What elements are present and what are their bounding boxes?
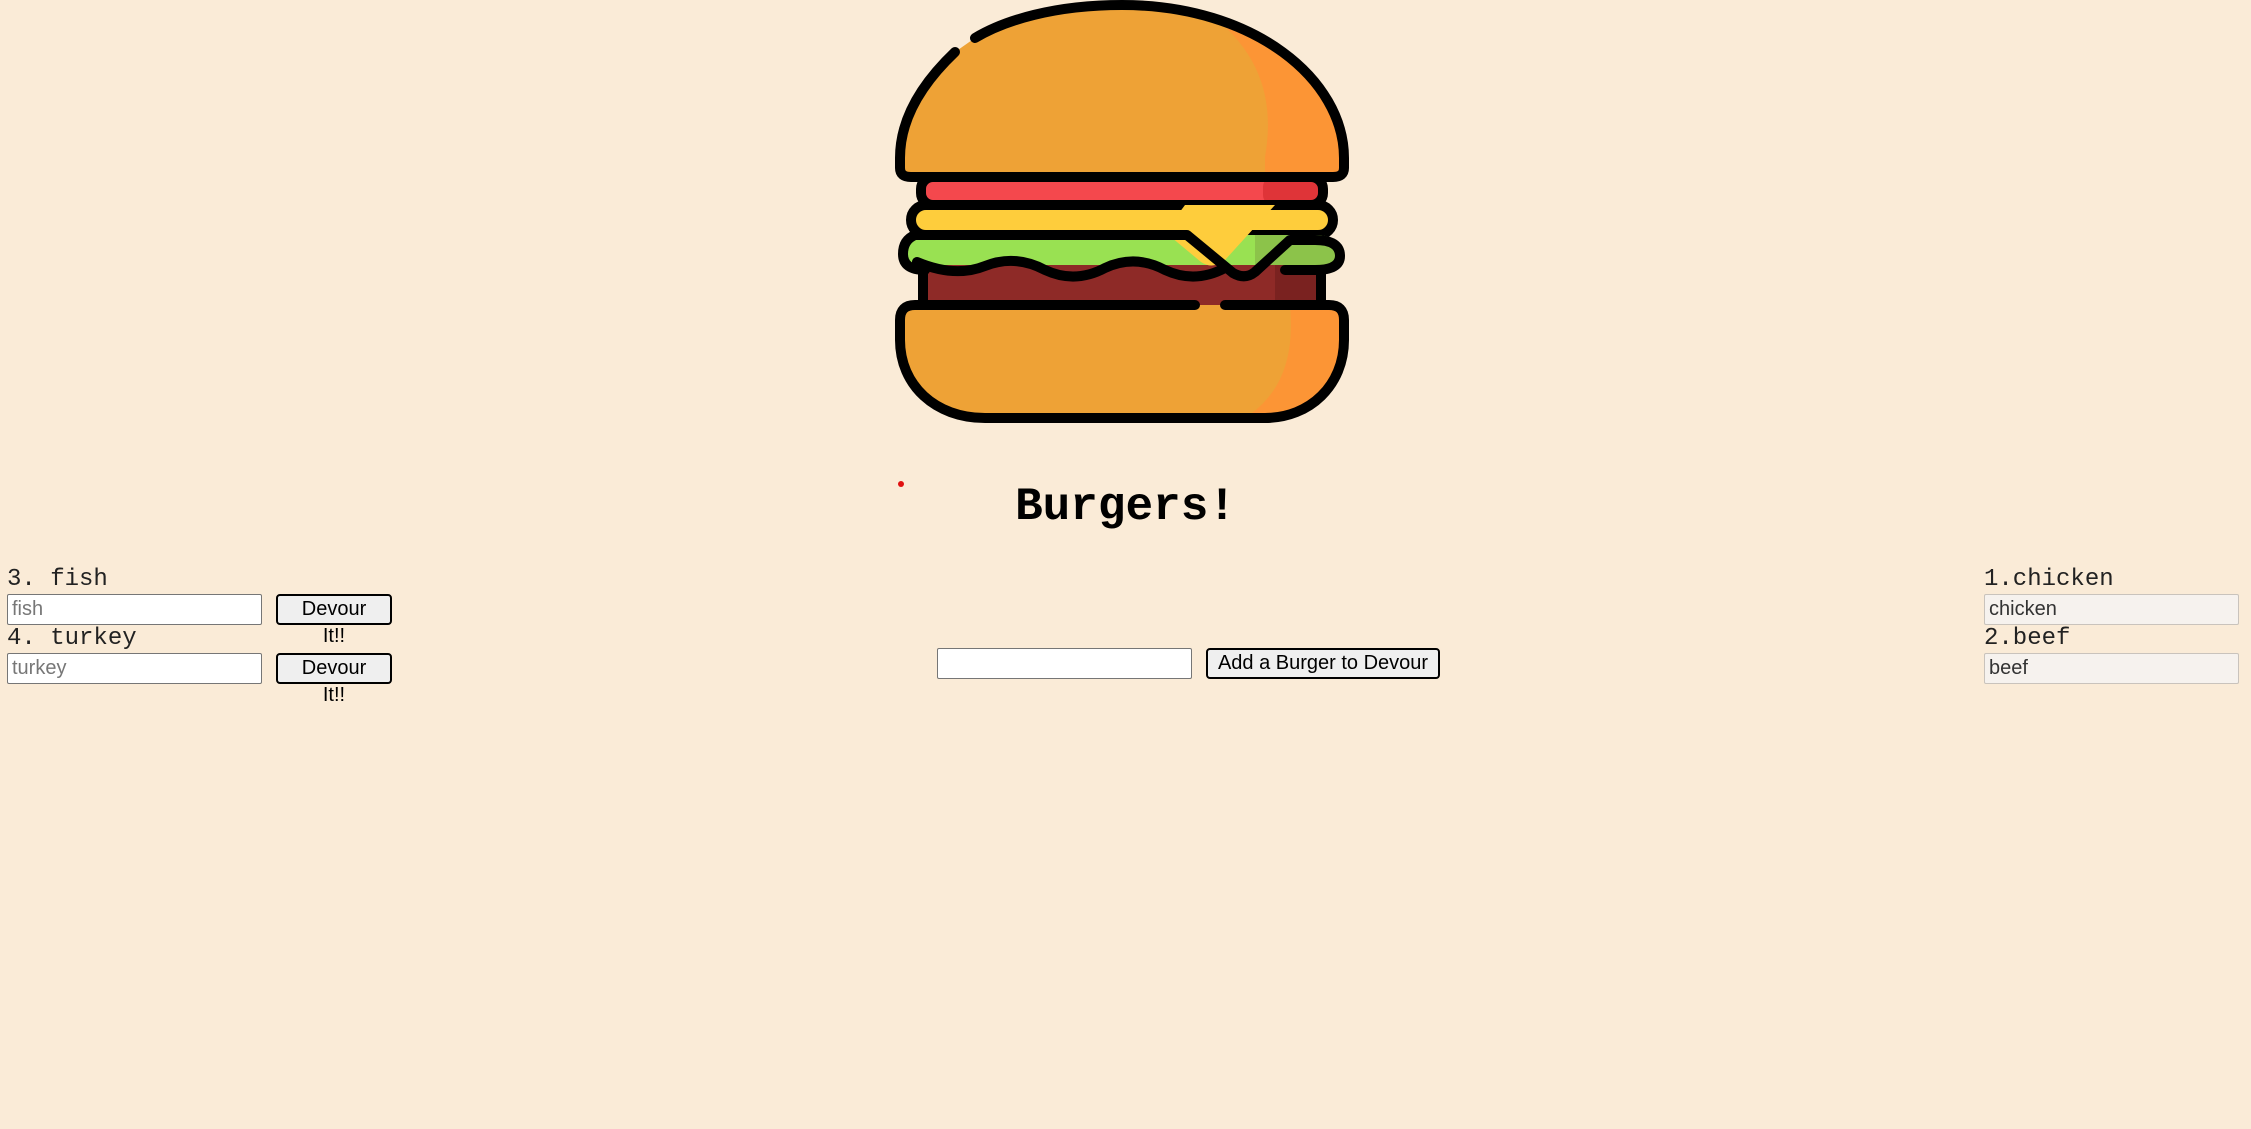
devoured-burger-field bbox=[1984, 653, 2239, 684]
page: Burgers! 3. fish Devour It!! 4. turkey D… bbox=[0, 0, 2251, 1129]
list-item: 1.chicken bbox=[1984, 566, 2239, 625]
list-item: 3. fish Devour It!! bbox=[7, 566, 392, 647]
entry-row bbox=[1984, 653, 2239, 684]
burger-label: 3. fish bbox=[7, 566, 108, 593]
burger-label: 2.beef bbox=[1984, 625, 2071, 652]
devoured-burger-list: 1.chicken 2.beef bbox=[1984, 566, 2239, 684]
entry-row: Devour It!! bbox=[7, 653, 392, 706]
burger-name-input[interactable] bbox=[7, 594, 262, 625]
page-title: Burgers! bbox=[1015, 481, 1236, 533]
hamburger-icon bbox=[895, 0, 1349, 425]
devour-button[interactable]: Devour It!! bbox=[276, 594, 392, 647]
add-burger-button[interactable]: Add a Burger to Devour bbox=[1206, 648, 1440, 679]
add-burger-form: Add a Burger to Devour bbox=[937, 648, 1440, 679]
new-burger-input[interactable] bbox=[937, 648, 1192, 679]
list-item: 2.beef bbox=[1984, 625, 2239, 684]
entry-row bbox=[1984, 594, 2239, 625]
devour-button[interactable]: Devour It!! bbox=[276, 653, 392, 706]
uneaten-burger-list: 3. fish Devour It!! 4. turkey Devour It!… bbox=[7, 566, 392, 706]
entry-row: Devour It!! bbox=[7, 594, 392, 647]
devoured-burger-field bbox=[1984, 594, 2239, 625]
burger-label: 1.chicken bbox=[1984, 566, 2114, 593]
burger-name-input[interactable] bbox=[7, 653, 262, 684]
